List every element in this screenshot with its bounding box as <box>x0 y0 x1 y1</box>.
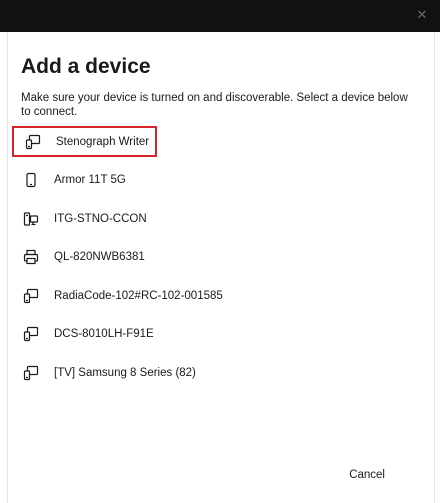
device-item-ql-820nwb6381[interactable]: QL-820NWB6381 <box>12 242 422 273</box>
dialog-title: Add a device <box>21 55 151 78</box>
device-item-dcs-8010lh-f91e[interactable]: DCS-8010LH-F91E <box>12 319 422 350</box>
device-label: RadiaCode-102#RC-102-001585 <box>54 289 223 302</box>
device-icon <box>24 133 42 151</box>
device-icon <box>22 287 40 305</box>
device-label: [TV] Samsung 8 Series (82) <box>54 366 196 379</box>
computer-icon <box>22 210 40 228</box>
device-item-samsung-tv[interactable]: [TV] Samsung 8 Series (82) <box>12 357 422 388</box>
title-bar: ✕ <box>0 0 440 32</box>
device-label: ITG-STNO-CCON <box>54 212 147 225</box>
dialog-header: Add a device Make sure your device is tu… <box>21 54 410 119</box>
cancel-button[interactable]: Cancel <box>349 469 385 481</box>
device-icon <box>22 325 40 343</box>
device-label: DCS-8010LH-F91E <box>54 328 154 340</box>
device-label: Stenograph Writer <box>56 135 150 148</box>
device-item-armor-11t-5g[interactable]: Armor 11T 5G <box>12 165 422 196</box>
device-label: Armor 11T 5G <box>54 174 126 186</box>
device-list: Stenograph Writer Armor 11T 5G ITG-STNO-… <box>12 126 422 396</box>
device-item-stenograph-writer[interactable]: Stenograph Writer <box>12 126 157 157</box>
printer-icon <box>22 248 40 266</box>
device-item-radiacode-102[interactable]: RadiaCode-102#RC-102-001585 <box>12 280 422 311</box>
device-icon <box>22 364 40 382</box>
device-item-itg-stno-ccon[interactable]: ITG-STNO-CCON <box>12 203 422 234</box>
phone-icon <box>22 171 40 189</box>
dialog-description: Make sure your device is turned on and d… <box>21 92 408 118</box>
device-label: QL-820NWB6381 <box>54 251 145 263</box>
close-icon[interactable]: ✕ <box>414 7 430 23</box>
